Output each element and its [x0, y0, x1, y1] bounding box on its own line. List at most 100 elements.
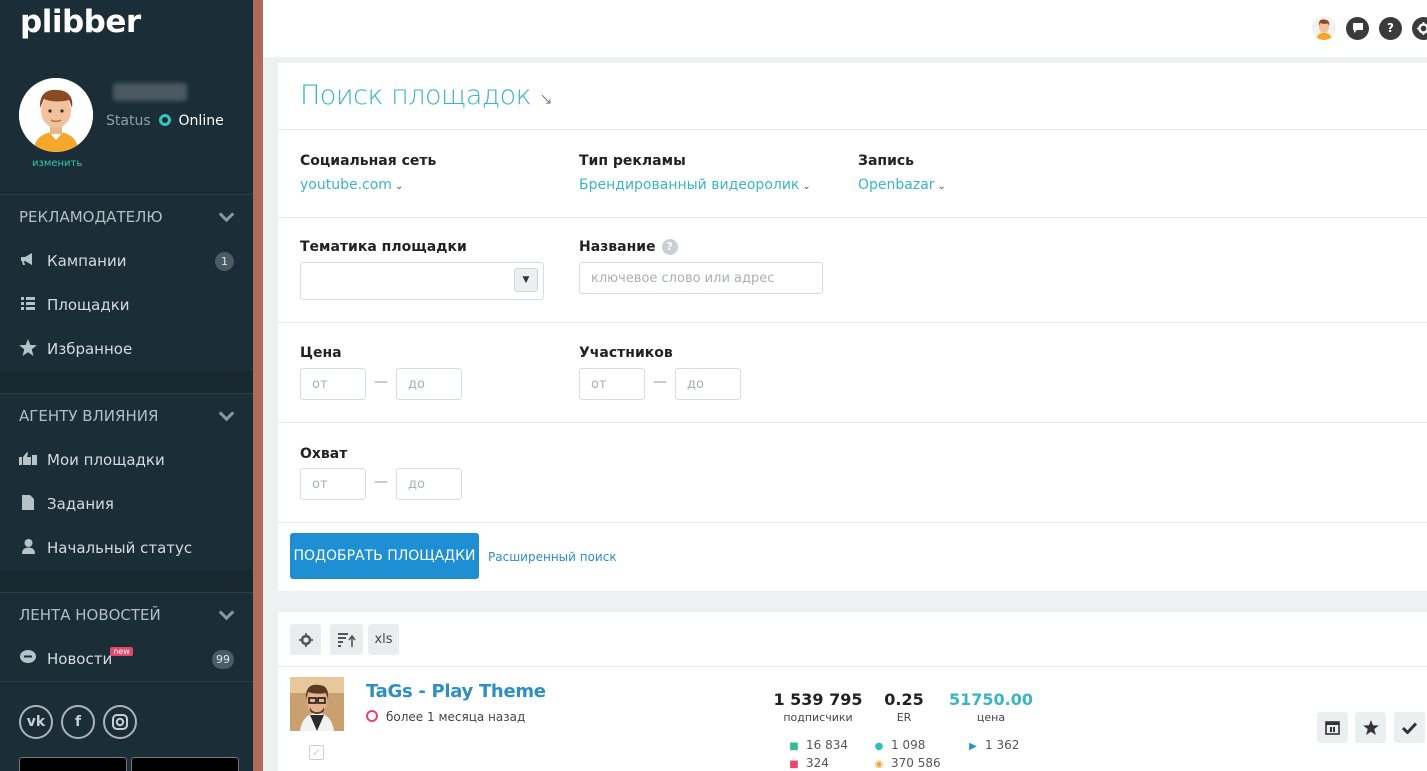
comments-stat: ● 1 098: [872, 738, 926, 752]
divider: [278, 422, 1427, 423]
page-title: Поиск площадок ↘: [300, 80, 553, 111]
sidebar-item-label: Мои площадки: [47, 451, 165, 469]
sidebar-item-news[interactable]: Новостиnew 99: [0, 637, 253, 681]
user-avatar-icon[interactable]: [1312, 16, 1336, 40]
calendar-icon: [1325, 721, 1340, 735]
sidebar-item-campaigns[interactable]: Кампании 1: [0, 239, 253, 283]
status-label: Status: [106, 113, 151, 129]
sidebar-item-label: Новостиnew: [47, 647, 212, 668]
post-value: Openbazar: [858, 177, 935, 193]
sidebar-item-label: Задания: [47, 495, 114, 513]
status-row: Status Online: [106, 113, 224, 129]
range-dash: —: [653, 374, 667, 390]
last-activity-text: более 1 месяца назад: [386, 710, 526, 724]
divider: [278, 322, 1427, 323]
app-store-badge[interactable]: [19, 757, 127, 771]
price-to-input[interactable]: до: [396, 368, 462, 400]
chevron-down-icon[interactable]: [218, 405, 235, 422]
profile-avatar[interactable]: [19, 78, 93, 152]
sidebar-section-header[interactable]: ЛЕНТА НОВОСТЕЙ: [0, 593, 253, 637]
collapse-arrow-icon[interactable]: ↘: [539, 89, 552, 108]
likes-stat: ■ 16 834: [787, 738, 848, 752]
sidebar-item-my-platforms[interactable]: Мои площадки: [0, 438, 253, 482]
play-icon: ▶: [969, 741, 977, 752]
subscribers-value: 1 539 795: [773, 690, 863, 709]
sidebar-gap: [0, 371, 253, 393]
post-select[interactable]: Openbazar ⌄: [858, 177, 946, 193]
sidebar-item-tasks[interactable]: Задания: [0, 482, 253, 526]
change-avatar-link[interactable]: изменить: [32, 158, 82, 169]
chat-bubble-icon[interactable]: [1346, 16, 1369, 40]
reach-label: Охват: [300, 446, 348, 462]
select-checkbox[interactable]: ✓: [309, 745, 324, 760]
settings-button[interactable]: [290, 624, 321, 655]
help-icon[interactable]: ?: [1379, 16, 1402, 40]
status-value: Online: [178, 113, 224, 129]
google-play-badge[interactable]: [131, 757, 239, 771]
sidebar-item-label: Кампании: [47, 252, 127, 270]
check-icon: [1402, 721, 1417, 734]
social-network-select[interactable]: youtube.com ⌄: [300, 177, 403, 193]
sidebar-item-initial-status[interactable]: Начальный статус: [0, 526, 253, 570]
vk-icon[interactable]: vk: [19, 705, 53, 739]
chevron-down-icon[interactable]: [218, 604, 235, 621]
name-input[interactable]: ключевое слово или адрес: [579, 262, 823, 294]
section-title: ЛЕНТА НОВОСТЕЙ: [19, 606, 161, 624]
user-icon: [19, 538, 37, 558]
star-icon: [19, 338, 37, 360]
megaphone-icon: [19, 252, 37, 270]
ad-type-select[interactable]: Брендированный видеоролик ⌄: [579, 177, 811, 193]
sidebar-item-favorites[interactable]: Избранное: [0, 327, 253, 371]
reach-to-input[interactable]: до: [396, 468, 462, 500]
app-logo[interactable]: plibber: [20, 4, 141, 40]
news-label: Новости: [47, 650, 113, 668]
instagram-icon[interactable]: [103, 705, 137, 739]
sidebar: plibber Status Online изменить РЕКЛАМОДА…: [0, 0, 253, 771]
export-xls-button[interactable]: xls: [368, 624, 399, 655]
sort-icon: [337, 632, 356, 647]
facebook-icon[interactable]: f: [61, 705, 95, 739]
dropdown-arrow-icon[interactable]: ▼: [514, 268, 538, 292]
members-from-input[interactable]: от: [579, 368, 645, 400]
sidebar-gap: [0, 570, 253, 592]
sidebar-stripe: [253, 0, 263, 771]
sidebar-section-influencer: АГЕНТУ ВЛИЯНИЯ Мои площадки Задания Нача…: [0, 393, 253, 570]
new-badge: new: [110, 647, 133, 656]
topic-label: Тематика площадки: [300, 239, 467, 255]
topic-select[interactable]: ▼: [300, 262, 544, 300]
channel-title-link[interactable]: TaGs - Play Theme: [366, 681, 546, 702]
favorite-button[interactable]: [1355, 712, 1386, 743]
er-value: 0.25: [884, 690, 924, 709]
advanced-search-link[interactable]: Расширенный поиск: [488, 550, 617, 564]
dislikes-stat: ■ 324: [787, 756, 829, 770]
ad-type-label: Тип рекламы: [579, 153, 686, 169]
price-value: 51750.00: [948, 690, 1033, 709]
range-dash: —: [374, 474, 388, 490]
calendar-button[interactable]: [1317, 712, 1348, 743]
reach-from-input[interactable]: от: [300, 468, 366, 500]
online-dot-icon: [159, 114, 172, 126]
help-icon[interactable]: ?: [661, 239, 678, 255]
find-platforms-button[interactable]: ПОДОБРАТЬ ПЛОЩАДКИ: [290, 533, 479, 579]
select-button[interactable]: [1394, 712, 1425, 743]
ad-type-value: Брендированный видеоролик: [579, 177, 800, 193]
members-to-input[interactable]: до: [675, 368, 741, 400]
sidebar-section-header[interactable]: РЕКЛАМОДАТЕЛЮ: [0, 195, 253, 239]
channel-thumbnail[interactable]: [290, 677, 344, 731]
divider: [278, 217, 1427, 218]
chevron-down-icon[interactable]: [218, 206, 235, 223]
plays-stat: ▶ 1 362: [966, 738, 1019, 752]
range-dash: —: [374, 374, 388, 390]
sort-button[interactable]: [330, 624, 363, 655]
chevron-down-icon: ⌄: [937, 181, 946, 192]
sidebar-section-header[interactable]: АГЕНТУ ВЛИЯНИЯ: [0, 394, 253, 438]
price-from-input[interactable]: от: [300, 368, 366, 400]
document-icon: [19, 494, 37, 514]
sidebar-section-advertiser: РЕКЛАМОДАТЕЛЮ Кампании 1 Площадки Избран…: [0, 194, 253, 371]
top-bar: ?: [263, 0, 1427, 57]
chat-icon: [19, 649, 37, 669]
members-label: Участников: [579, 345, 673, 361]
sidebar-item-platforms[interactable]: Площадки: [0, 283, 253, 327]
settings-icon[interactable]: [1412, 16, 1427, 40]
eye-icon: ◉: [874, 759, 884, 770]
